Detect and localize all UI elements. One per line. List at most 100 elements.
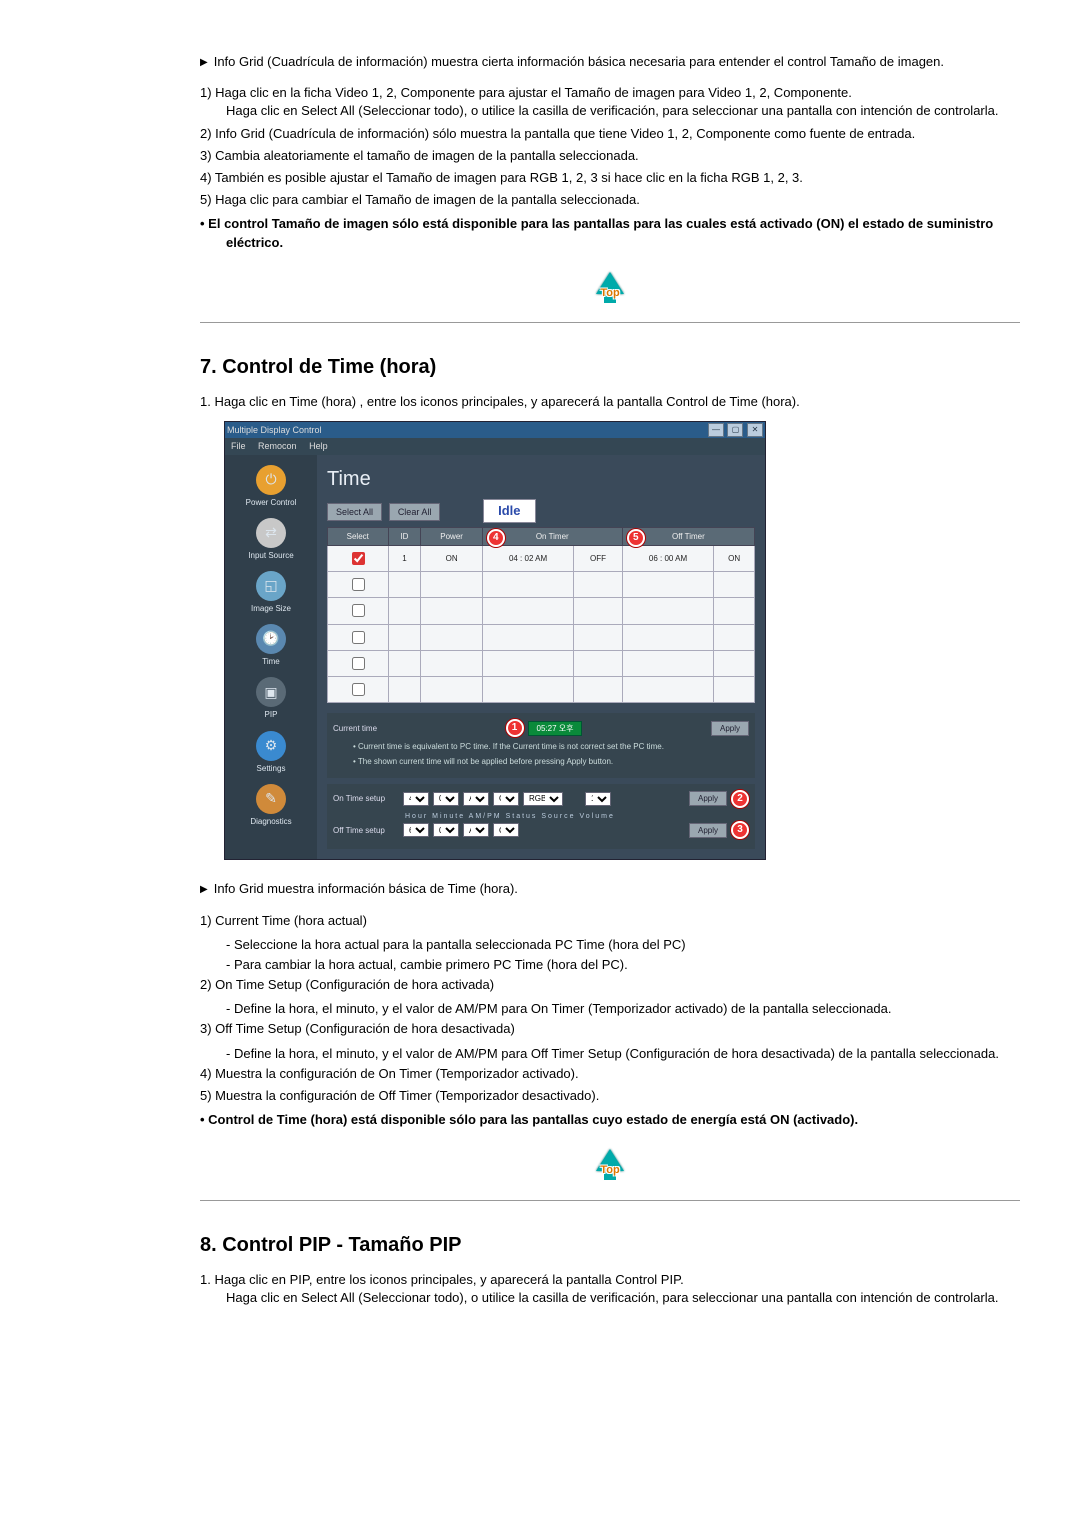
section-divider-2: [200, 1200, 1020, 1201]
pip-icon: ▣: [256, 677, 286, 707]
s7a-item3-sub1: Define la hora, el minuto, y el valor de…: [226, 1045, 1020, 1063]
table-row[interactable]: [328, 650, 755, 676]
window-minimize-icon[interactable]: —: [708, 423, 724, 437]
section7-after-summary: Info Grid muestra información básica de …: [200, 880, 1020, 898]
intro-bullet-bold: El control Tamaño de imagen sólo está di…: [200, 215, 1020, 251]
current-time-label: Current time: [333, 723, 377, 734]
note-1-text: Current time is equivalent to PC time. I…: [358, 742, 664, 751]
window-maximize-icon[interactable]: ▢: [727, 423, 743, 437]
s7a-item3: 3) Off Time Setup (Configuración de hora…: [200, 1020, 1020, 1038]
window-close-icon[interactable]: ✕: [747, 423, 763, 437]
top-label: Top: [596, 1163, 624, 1178]
sidebar-item-input[interactable]: ⇄ Input Source: [225, 514, 317, 567]
sidebar-label-input: Input Source: [248, 551, 293, 560]
status-idle: Idle: [483, 499, 535, 523]
row-checkbox[interactable]: [352, 683, 365, 696]
window-titlebar: Multiple Display Control — ▢ ✕: [225, 422, 765, 438]
sidebar-item-settings[interactable]: ⚙ Settings: [225, 727, 317, 780]
power-icon: ⏻: [256, 465, 286, 495]
marker-3: 3: [731, 821, 749, 839]
section7-after-list-4: 4) Muestra la configuración de On Timer …: [200, 1065, 1020, 1105]
section8-list: 1. Haga clic en PIP, entre los iconos pr…: [200, 1271, 1020, 1307]
s7a-item4: 4) Muestra la configuración de On Timer …: [200, 1065, 1020, 1083]
table-row[interactable]: [328, 598, 755, 624]
off-minute-select[interactable]: 00: [433, 823, 459, 837]
col-off-timer-label: Off Timer: [672, 532, 705, 541]
menubar: File Remocon Help: [225, 438, 765, 455]
sidebar-item-imagesize[interactable]: ◱Image Size: [225, 567, 317, 620]
cell-id: 1: [388, 546, 421, 572]
off-hour-select[interactable]: 6: [403, 823, 429, 837]
intro-summary: Info Grid (Cuadrícula de información) mu…: [200, 53, 1020, 71]
row-checkbox[interactable]: [352, 552, 365, 565]
intro-item-1: 1) Haga clic en la ficha Video 1, 2, Com…: [200, 84, 1020, 120]
table-row[interactable]: [328, 624, 755, 650]
section8-line2-text: Haga clic en Select All (Seleccionar tod…: [226, 1290, 998, 1305]
row-checkbox[interactable]: [352, 578, 365, 591]
table-row[interactable]: 1 ON 04 : 02 AM OFF 06 : 00 AM ON: [328, 546, 755, 572]
off-status-select[interactable]: On: [493, 823, 519, 837]
settings-icon: ⚙: [256, 731, 286, 761]
cell-ontime: 04 : 02 AM: [482, 546, 574, 572]
on-ampm-select[interactable]: AM: [463, 792, 489, 806]
s7a-bullet-bold: Control de Time (hora) está disponible s…: [200, 1111, 1020, 1129]
on-source-select[interactable]: RGB1: [523, 792, 563, 806]
section8-heading: 8. Control PIP - Tamaño PIP: [200, 1231, 1020, 1259]
current-time-section: Current time 1 05:27 오후 Apply • Current …: [327, 713, 755, 777]
sidebar-item-pip[interactable]: ▣ PIP: [225, 673, 317, 726]
clear-all-button[interactable]: Clear All: [389, 503, 441, 522]
menu-help[interactable]: Help: [309, 441, 328, 451]
section7-line1: 1. Haga clic en Time (hora) , entre los …: [200, 393, 1020, 411]
panel-title: Time: [327, 465, 755, 493]
sidebar-label-time: Time: [262, 657, 279, 666]
marker-2: 2: [731, 790, 749, 808]
note-line-1: • Current time is equivalent to PC time.…: [353, 741, 749, 752]
main-panel: Time Select All Clear All Idle Select ID…: [317, 455, 765, 860]
s7a-item5: 5) Muestra la configuración de Off Timer…: [200, 1087, 1020, 1105]
on-status-select[interactable]: Off: [493, 792, 519, 806]
intro-list: 1) Haga clic en la ficha Video 1, 2, Com…: [200, 84, 1020, 209]
apply-button-3[interactable]: Apply: [689, 823, 727, 838]
s7a-item1: 1) Current Time (hora actual): [200, 912, 1020, 930]
top-link-1[interactable]: Top: [200, 272, 1020, 308]
apply-button-1[interactable]: Apply: [711, 721, 749, 736]
current-time-value: 05:27 오후: [528, 721, 583, 736]
sidebar-label-settings: Settings: [257, 764, 286, 773]
row-checkbox[interactable]: [352, 604, 365, 617]
select-all-button[interactable]: Select All: [327, 503, 382, 522]
on-minute-select[interactable]: 02: [433, 792, 459, 806]
marker-1: 1: [506, 719, 524, 737]
off-ampm-select[interactable]: AM: [463, 823, 489, 837]
cell-power: ON: [421, 546, 482, 572]
menu-file[interactable]: File: [231, 441, 246, 451]
image-size-icon: ◱: [256, 571, 286, 601]
intro-item-1b-text: Haga clic en Select All (Seleccionar tod…: [226, 103, 998, 118]
intro-bullet-list: El control Tamaño de imagen sólo está di…: [200, 215, 1020, 251]
window-title: Multiple Display Control: [227, 424, 322, 437]
top-label: Top: [596, 286, 624, 301]
intro-item-3: 3) Cambia aleatoriamente el tamaño de im…: [200, 147, 1020, 165]
window-controls: — ▢ ✕: [707, 423, 763, 437]
on-hour-select[interactable]: 4: [403, 792, 429, 806]
note-line-2: • The shown current time will not be app…: [353, 756, 749, 767]
top-link-2[interactable]: Top: [200, 1149, 1020, 1185]
s7a-item1-sub2: Para cambiar la hora actual, cambie prim…: [226, 956, 1020, 974]
row-checkbox[interactable]: [352, 631, 365, 644]
cell-offtime: 06 : 00 AM: [622, 546, 714, 572]
sidebar-item-diagnostics[interactable]: ✎Diagnostics: [225, 780, 317, 833]
time-setup-section: On Time setup 4 02 AM Off RGB1 10 Apply …: [327, 784, 755, 850]
intro-item-2: 2) Info Grid (Cuadrícula de información)…: [200, 125, 1020, 143]
sidebar-item-time[interactable]: 🕑Time: [225, 620, 317, 673]
input-source-icon: ⇄: [256, 518, 286, 548]
row-checkbox[interactable]: [352, 657, 365, 670]
col-select: Select: [328, 527, 389, 545]
sidebar-label-pip: PIP: [265, 710, 278, 719]
table-row[interactable]: [328, 676, 755, 702]
sidebar-item-power[interactable]: ⏻Power Control: [225, 461, 317, 514]
marker-5: 5: [627, 529, 645, 547]
menu-remocon[interactable]: Remocon: [258, 441, 297, 451]
on-volume-select[interactable]: 10: [585, 792, 611, 806]
table-row[interactable]: [328, 572, 755, 598]
apply-button-2[interactable]: Apply: [689, 791, 727, 806]
app-screenshot: Multiple Display Control — ▢ ✕ File Remo…: [224, 421, 766, 860]
